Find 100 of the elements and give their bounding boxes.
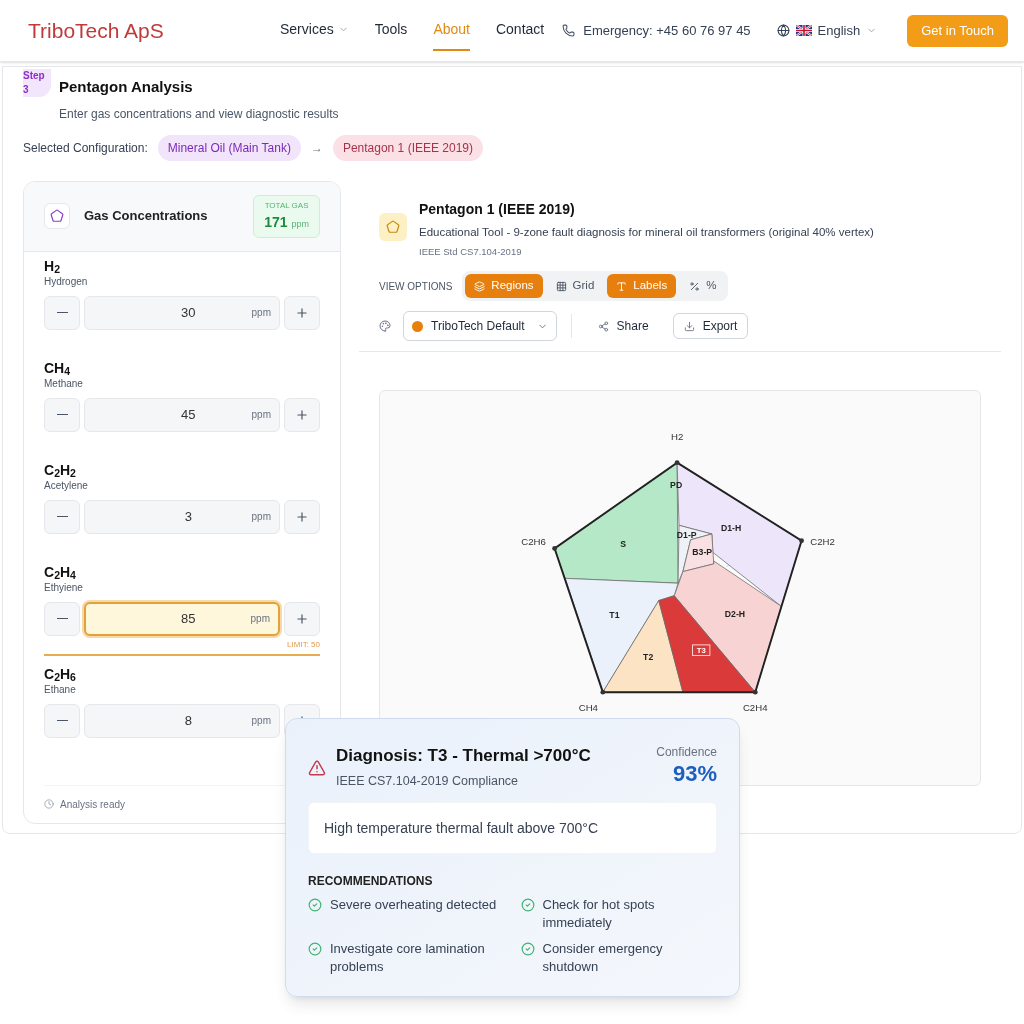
vertex-label: C2H2 bbox=[810, 535, 835, 547]
increase-button[interactable] bbox=[284, 601, 320, 636]
diagnosis-title: Diagnosis: T3 - Thermal >700°C bbox=[336, 745, 591, 767]
decrease-button[interactable] bbox=[44, 499, 80, 534]
nav-link[interactable]: Contact bbox=[495, 10, 545, 51]
emergency-phone: Emergency: +45 60 76 97 45 bbox=[583, 21, 751, 40]
export-button[interactable]: Export bbox=[672, 313, 749, 339]
gas-formula: C$_{2}$H$_{6}$ bbox=[44, 665, 77, 682]
grid-icon bbox=[555, 280, 567, 292]
method-tag: Pentagon 1 (IEEE 2019) bbox=[332, 134, 483, 161]
total-gas-label: TOTAL GAS bbox=[264, 199, 309, 212]
minus-icon bbox=[56, 617, 68, 620]
method-title: Pentagon 1 (IEEE 2019) bbox=[419, 199, 576, 219]
card-title: Gas Concentrations bbox=[84, 207, 208, 226]
vertex-label: CH4 bbox=[578, 702, 598, 714]
section-subtitle: Enter gas concentrations and view diagnostic results bbox=[59, 105, 339, 123]
check-circle-icon bbox=[520, 898, 535, 913]
gas-formula: C$_{2}$H$_{4}$ bbox=[44, 563, 77, 580]
arrow-symbol: → bbox=[310, 139, 323, 157]
language-selector[interactable]: English bbox=[776, 20, 878, 41]
recommendation-text: Severe overheating detected bbox=[330, 896, 497, 915]
nav-link[interactable]: Tools bbox=[374, 10, 408, 51]
concentration-field[interactable]: 30 ppm bbox=[84, 295, 280, 330]
vertex-label: C2H4 bbox=[742, 702, 768, 714]
check-circle-icon bbox=[308, 898, 322, 913]
gas-name: Hydrogen bbox=[44, 274, 89, 289]
gas-name: Acetylene bbox=[44, 478, 89, 493]
flag-icon bbox=[795, 25, 812, 36]
decrease-button[interactable] bbox=[44, 397, 80, 432]
plus-icon bbox=[295, 611, 309, 626]
method-standard: IEEE Std CS7.104-2019 bbox=[419, 244, 523, 259]
configuration-label: Selected Configuration: bbox=[23, 139, 148, 157]
globe-icon bbox=[776, 24, 790, 37]
zone-label: D2-H bbox=[724, 608, 746, 619]
phone-icon bbox=[562, 24, 576, 37]
view-option-toggle[interactable]: % bbox=[680, 274, 726, 298]
decrease-button[interactable] bbox=[44, 601, 80, 636]
palette-icon bbox=[379, 320, 391, 332]
decrease-button[interactable] bbox=[44, 703, 80, 738]
zone-label: T2 bbox=[643, 652, 654, 663]
concentration-field[interactable]: 45 ppm bbox=[84, 397, 280, 432]
concentration-field[interactable]: 3 ppm bbox=[84, 499, 280, 534]
minus-icon bbox=[56, 515, 68, 518]
zone-label: T1 bbox=[609, 609, 620, 620]
decrease-button[interactable] bbox=[44, 295, 80, 330]
logo[interactable]: TriboTech ApS bbox=[28, 14, 248, 47]
pentagon-icon bbox=[50, 209, 64, 223]
increase-button[interactable] bbox=[284, 397, 320, 432]
minus-icon bbox=[56, 311, 68, 314]
recommendation-text: Consider emergency shutdown bbox=[542, 940, 664, 977]
minus-icon bbox=[56, 719, 68, 722]
section-title: Pentagon Analysis bbox=[59, 77, 194, 97]
diagnosis-standard: IEEE CS7.104-2019 Compliance bbox=[336, 772, 520, 790]
warning-icon bbox=[308, 759, 326, 777]
gas-name: Ethane bbox=[44, 682, 77, 697]
diagnosis-description: High temperature thermal fault above 700°C bbox=[308, 802, 717, 855]
plus-icon bbox=[295, 305, 309, 320]
text-icon bbox=[616, 280, 628, 292]
share-button[interactable]: Share bbox=[585, 313, 661, 339]
concentration-field[interactable]: 8 ppm bbox=[84, 703, 280, 738]
check-circle-icon bbox=[308, 942, 322, 957]
zone-label: B3-P bbox=[692, 547, 713, 558]
confidence-label: Confidence bbox=[656, 744, 717, 761]
gas-formula: C$_{2}$H$_{2}$ bbox=[44, 461, 77, 478]
total-gas-unit: ppm bbox=[291, 217, 309, 231]
plus-icon bbox=[295, 407, 309, 422]
zone-label: D1-H bbox=[721, 523, 742, 534]
pentagon-icon bbox=[386, 219, 400, 234]
recommendations-heading: RECOMMENDATIONS bbox=[308, 873, 434, 891]
vertex-label: H2 bbox=[670, 431, 684, 443]
zone-label: D1-P bbox=[676, 529, 697, 540]
vertex-label: C2H6 bbox=[521, 535, 546, 547]
limit-warning: LIMIT: 50 bbox=[287, 638, 320, 651]
palette-dropdown[interactable]: TriboTech Default bbox=[403, 311, 557, 341]
gas-name: Methane bbox=[44, 376, 84, 391]
view-options-label: VIEW OPTIONS bbox=[379, 279, 453, 294]
zone-label: T3 bbox=[692, 644, 711, 656]
gas-formula: H$_{2}$ bbox=[44, 257, 61, 274]
check-circle-icon bbox=[520, 942, 535, 957]
method-description: Educational Tool - 9-zone fault diagnosis for mineral oil transformers (original 40% vertex) bbox=[419, 224, 874, 240]
increase-button[interactable] bbox=[284, 295, 320, 330]
recommendation-text: Investigate core lamination problems bbox=[330, 940, 486, 977]
view-option-toggle[interactable]: Grid bbox=[546, 274, 604, 298]
confidence-value: 93% bbox=[672, 761, 717, 787]
concentration-field[interactable]: 85 ppm bbox=[84, 601, 280, 636]
share-icon bbox=[597, 320, 609, 332]
layers-icon bbox=[474, 280, 486, 292]
nav-link[interactable]: Services bbox=[280, 10, 349, 51]
clock-icon bbox=[44, 799, 54, 809]
increase-button[interactable] bbox=[284, 499, 320, 534]
status-text: Analysis ready bbox=[60, 797, 126, 812]
gas-name: Ethyiene bbox=[44, 580, 84, 595]
zone-label: PD bbox=[670, 479, 683, 490]
gas-formula: CH$_{4}$ bbox=[44, 359, 72, 376]
total-gas-value: 171 bbox=[264, 212, 288, 232]
step-badge: Step 3 bbox=[23, 69, 51, 97]
download-icon bbox=[683, 320, 695, 332]
zone-label: S bbox=[620, 538, 626, 549]
percent-icon bbox=[689, 280, 701, 292]
minus-icon bbox=[56, 413, 68, 416]
